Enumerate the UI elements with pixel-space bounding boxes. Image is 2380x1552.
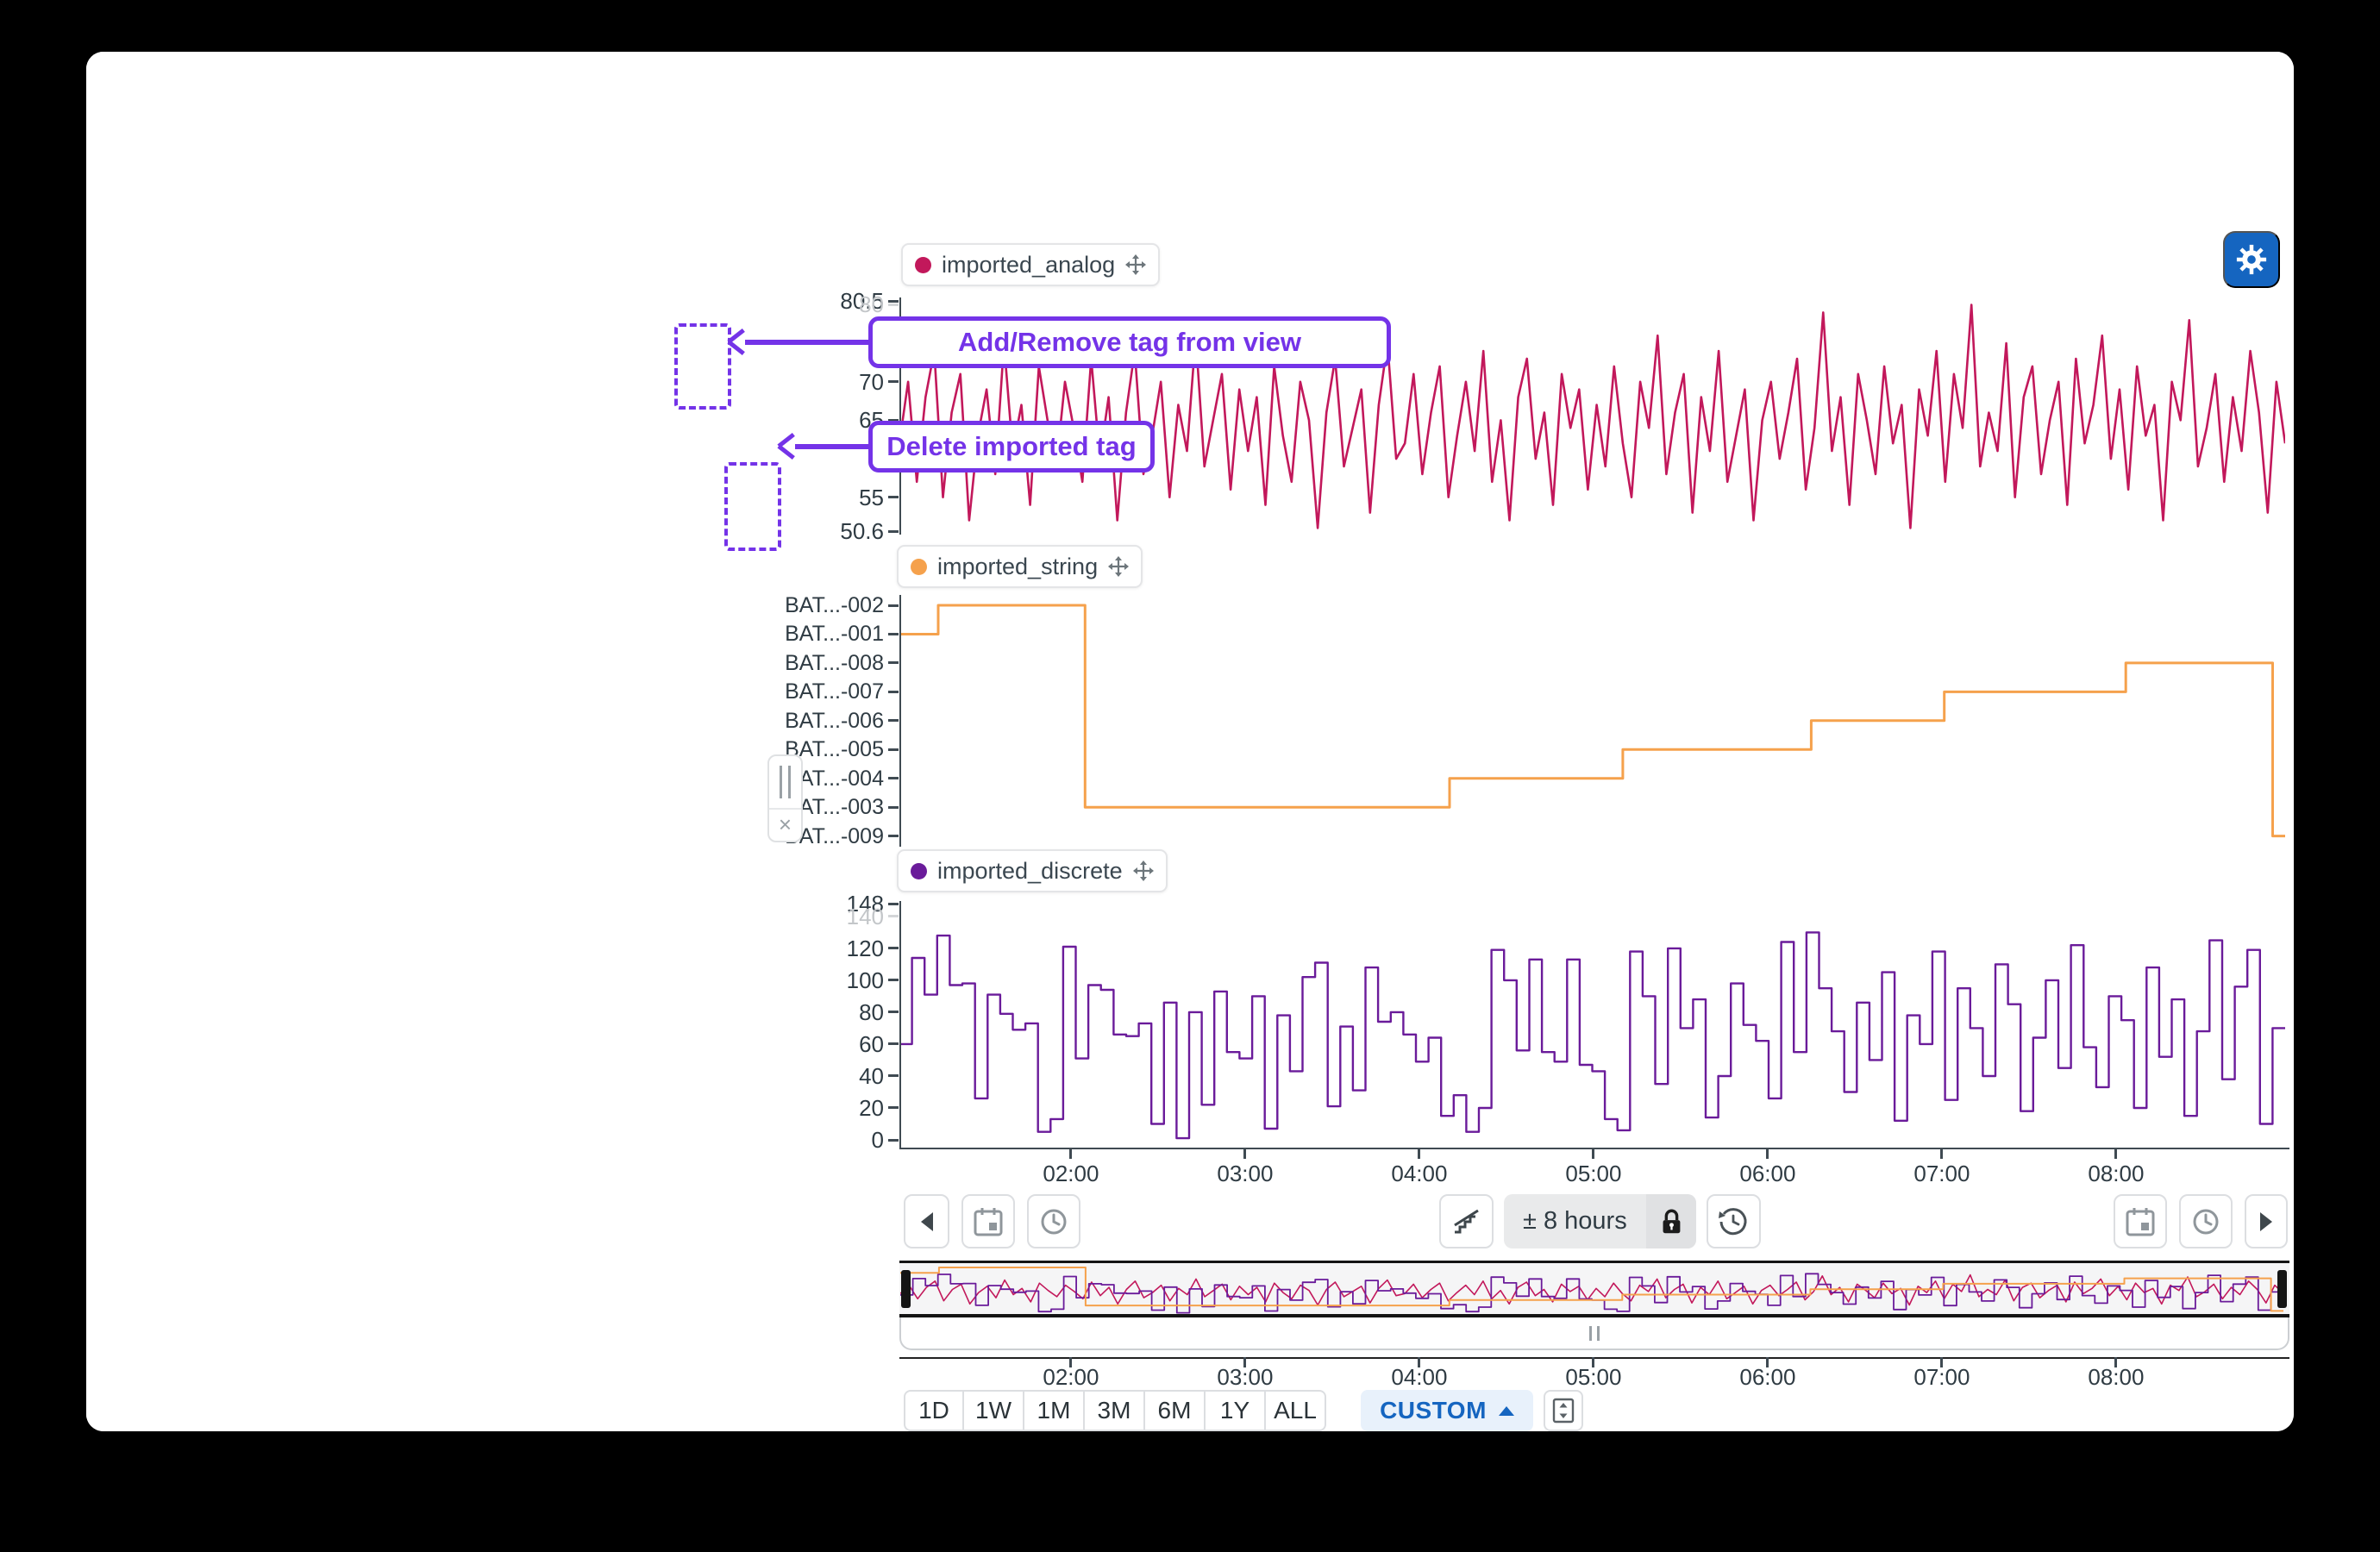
overview-resize-grip[interactable]	[899, 1317, 2289, 1350]
legend-dot	[915, 257, 931, 273]
lock-timespan-button[interactable]	[1646, 1194, 1696, 1248]
history-button[interactable]	[1707, 1194, 1761, 1248]
pan-right-button[interactable]	[2245, 1194, 2288, 1248]
set-end-date-button[interactable]	[2114, 1194, 2167, 1248]
range-button-1w[interactable]: 1W	[964, 1390, 1024, 1431]
time-span-label: ± 8 hours	[1504, 1207, 1646, 1236]
annotation-arrow	[795, 444, 869, 449]
overview-mini-chart	[900, 1263, 2283, 1314]
trend-steps-icon	[1450, 1205, 1483, 1238]
clock-icon	[1037, 1205, 1070, 1238]
time-range-controls: ± 8 hours	[1439, 1194, 1761, 1248]
annotation-callout-delete: Delete imported tag	[868, 421, 1155, 472]
app-window: TrendHub Home Work organizer Monitoring …	[86, 52, 2294, 1431]
legend-chip-imported-string[interactable]: imported_string	[897, 545, 1143, 588]
range-button-1y[interactable]: 1Y	[1206, 1390, 1266, 1431]
zoom-preset-group: 1D1W1M3M6M1YALL	[904, 1390, 1326, 1431]
panel-close-icon[interactable]: ×	[769, 810, 801, 839]
y-axis-string	[899, 595, 901, 847]
legend-label: imported_analog	[942, 252, 1115, 278]
history-icon	[1716, 1205, 1751, 1239]
chevron-right-icon	[2260, 1212, 2272, 1231]
legend-dot	[911, 559, 927, 575]
calendar-icon	[2124, 1205, 2157, 1238]
chart-settings-button[interactable]	[2223, 231, 2280, 288]
time-span-pill: ± 8 hours	[1504, 1194, 1696, 1248]
set-start-time-button[interactable]	[1027, 1194, 1080, 1248]
range-button-6m[interactable]: 6M	[1145, 1390, 1206, 1431]
calendar-icon	[972, 1205, 1005, 1238]
overview-right-handle[interactable]	[2277, 1270, 2287, 1308]
pan-left-button[interactable]	[904, 1194, 949, 1248]
gear-icon	[2236, 244, 2267, 275]
panel-resize-handle[interactable]: ×	[767, 754, 803, 842]
overview-strip[interactable]	[899, 1261, 2289, 1317]
legend-chip-imported-analog[interactable]: imported_analog	[901, 243, 1160, 286]
chevron-left-icon	[921, 1212, 933, 1231]
annotation-callout-add-remove: Add/Remove tag from view	[868, 316, 1391, 368]
legend-label: imported_string	[937, 554, 1098, 580]
move-icon	[1125, 254, 1146, 275]
overview-left-handle[interactable]	[901, 1270, 911, 1308]
y-axis-discrete	[899, 901, 901, 1148]
chart-imported-discrete-plot[interactable]	[899, 901, 2285, 1141]
clock-icon	[2189, 1205, 2222, 1238]
chart-imported-string-plot[interactable]	[899, 595, 2285, 847]
range-button-all[interactable]: ALL	[1266, 1390, 1326, 1431]
range-button-1m[interactable]: 1M	[1024, 1390, 1085, 1431]
annotation-arrow	[745, 340, 869, 345]
custom-range-label: CUSTOM	[1380, 1397, 1487, 1424]
compare-trends-button[interactable]	[1439, 1194, 1494, 1248]
annotation-highlight-delete-icon	[724, 462, 781, 551]
panel-drag-grip[interactable]	[769, 756, 801, 810]
fit-screen-icon	[1550, 1397, 1576, 1424]
legend-label: imported_discrete	[937, 858, 1123, 885]
set-start-date-button[interactable]	[961, 1194, 1015, 1248]
lock-icon	[1657, 1206, 1686, 1237]
legend-chip-imported-discrete[interactable]: imported_discrete	[897, 849, 1168, 892]
fit-timeframe-button[interactable]	[1544, 1390, 1583, 1431]
move-icon	[1108, 556, 1129, 577]
annotation-highlight-remove-icon	[674, 323, 731, 410]
custom-range-button[interactable]: CUSTOM	[1361, 1390, 1533, 1431]
range-button-3m[interactable]: 3M	[1085, 1390, 1145, 1431]
set-end-time-button[interactable]	[2179, 1194, 2233, 1248]
range-button-1d[interactable]: 1D	[904, 1390, 964, 1431]
move-icon	[1133, 860, 1154, 881]
custom-caret-icon	[1499, 1406, 1514, 1416]
legend-dot	[911, 863, 927, 879]
